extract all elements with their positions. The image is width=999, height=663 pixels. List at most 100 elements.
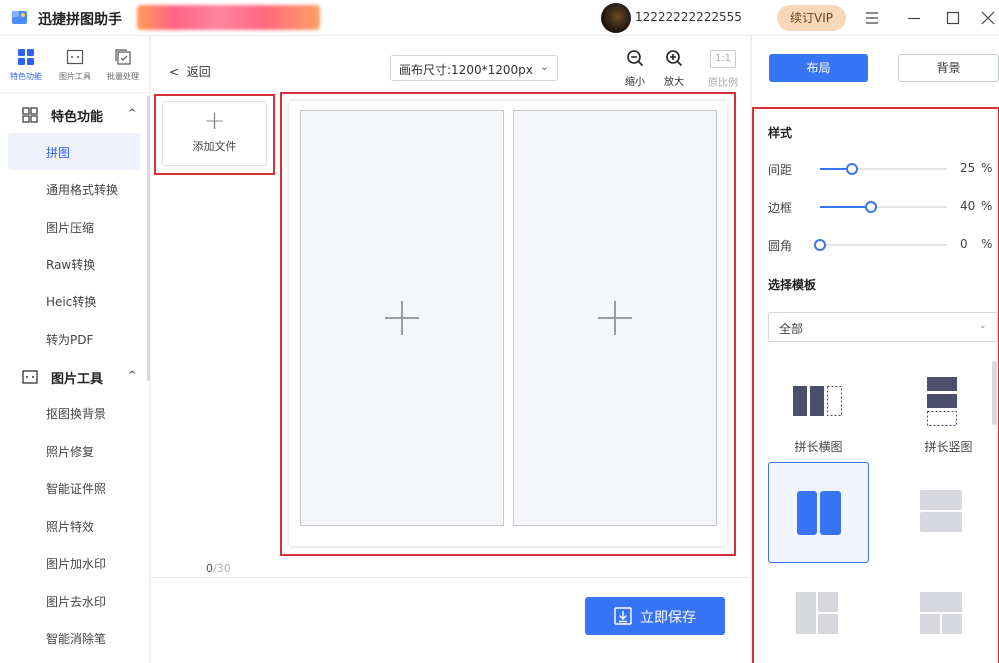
- canvas-highlight: [280, 92, 736, 556]
- template-three-split-top[interactable]: [898, 566, 999, 663]
- top-tab-features[interactable]: 特色功能: [2, 48, 50, 82]
- feature-grid-icon: [22, 107, 38, 123]
- maximize-icon[interactable]: [943, 8, 963, 28]
- collage-cell-right[interactable]: [513, 110, 717, 526]
- sidebar-item-label: 智能证件照: [46, 482, 107, 496]
- template-title: 选择模板: [768, 278, 817, 292]
- slider-label: 圆角: [768, 239, 793, 253]
- two-row-layout-icon: [920, 490, 962, 532]
- original-ratio-button[interactable]: 1:1 原比例: [707, 50, 739, 89]
- user-phone[interactable]: 12222222222555: [635, 10, 742, 24]
- sidebar-item-raw[interactable]: Raw转换: [8, 245, 140, 282]
- close-icon[interactable]: [978, 8, 998, 28]
- group-header-features[interactable]: 特色功能 ^: [22, 105, 142, 125]
- tab-layout[interactable]: 布局: [769, 54, 868, 82]
- file-count-max: /30: [213, 562, 231, 575]
- sidebar-item-photo-effects[interactable]: 照片特效: [8, 507, 140, 544]
- slider-knob[interactable]: [846, 163, 858, 175]
- template-horizontal-long[interactable]: 拼长横图: [768, 362, 869, 463]
- blurred-banner[interactable]: [137, 5, 320, 30]
- template-two-rows[interactable]: [898, 462, 999, 563]
- sidebar-item-collage[interactable]: 拼图: [8, 133, 140, 170]
- add-file-button[interactable]: + 添加文件: [162, 101, 267, 166]
- slider-knob[interactable]: [814, 239, 826, 251]
- left-sidebar: 特色功能 图片工具 批量处理 特色功能 ^ 拼图 通用格式转换 图片压缩 Raw…: [0, 36, 150, 663]
- sidebar-item-label: 图片去水印: [46, 595, 107, 609]
- ratio-label: 原比例: [708, 78, 738, 89]
- template-horizontal-icon: [793, 386, 842, 416]
- file-count-current: 0: [206, 562, 213, 575]
- template-label: 拼长横图: [794, 440, 843, 454]
- two-column-layout-icon: [797, 491, 841, 535]
- sidebar-item-label: Raw转换: [46, 258, 96, 272]
- sidebar-item-photo-repair[interactable]: 照片修复: [8, 432, 140, 469]
- template-label: 拼长竖图: [924, 440, 973, 454]
- collage-cell-left[interactable]: [300, 110, 504, 526]
- template-vertical-long[interactable]: 拼长竖图: [898, 362, 999, 463]
- minimize-icon[interactable]: [904, 8, 924, 28]
- zoom-out-label: 缩小: [625, 77, 645, 88]
- canvas-size-select[interactable]: 画布尺寸:1200*1200px ⌄: [390, 55, 558, 81]
- tab-background[interactable]: 背景: [898, 54, 999, 82]
- zoom-in-button[interactable]: 放大: [660, 49, 688, 88]
- zoom-in-label: 放大: [664, 77, 684, 88]
- slider-unit: %: [981, 237, 993, 251]
- plus-icon: +: [203, 106, 226, 136]
- top-tab-label: 批量处理: [107, 72, 139, 81]
- template-two-columns[interactable]: [768, 462, 869, 563]
- sidebar-item-remove-watermark[interactable]: 图片去水印: [8, 582, 140, 619]
- top-tab-label: 图片工具: [59, 72, 91, 81]
- group-header-image-tools[interactable]: 图片工具 ^: [22, 367, 142, 387]
- sidebar-item-id-photo[interactable]: 智能证件照: [8, 469, 140, 506]
- zoom-in-icon: [666, 50, 683, 67]
- renew-vip-button[interactable]: 续订VIP: [777, 5, 846, 31]
- spacing-slider[interactable]: 间距 25 %: [768, 160, 993, 178]
- save-label: 立即保存: [640, 610, 696, 626]
- image-tool-icon: [22, 370, 38, 384]
- collage-canvas: [289, 101, 727, 546]
- download-icon: [614, 607, 632, 625]
- save-now-button[interactable]: 立即保存: [585, 597, 725, 635]
- border-slider[interactable]: 边框 40 %: [768, 198, 993, 216]
- user-avatar[interactable]: [601, 3, 631, 33]
- app-title: 迅捷拼图助手: [38, 12, 122, 28]
- template-three-split[interactable]: [768, 566, 869, 663]
- sidebar-item-heic[interactable]: Heic转换: [8, 282, 140, 319]
- template-vertical-icon: [927, 377, 957, 426]
- slider-unit: %: [981, 199, 993, 213]
- sidebar-item-add-watermark[interactable]: 图片加水印: [8, 544, 140, 581]
- slider-label: 边框: [768, 201, 793, 215]
- sidebar-item-label: 照片修复: [46, 445, 95, 459]
- sidebar-item-label: 图片加水印: [46, 557, 107, 571]
- slider-track[interactable]: [820, 201, 947, 213]
- sidebar-item-cutout[interactable]: 抠图换背景: [8, 394, 140, 431]
- divider: [0, 92, 150, 93]
- top-tab-image-tools[interactable]: 图片工具: [51, 48, 99, 82]
- menu-icon[interactable]: [862, 8, 882, 28]
- sidebar-item-format-convert[interactable]: 通用格式转换: [8, 170, 140, 207]
- batch-process-icon: [115, 49, 131, 65]
- slider-fill: [820, 206, 871, 208]
- slider-track[interactable]: [814, 239, 947, 251]
- sidebar-scrollbar[interactable]: [147, 96, 150, 381]
- chevron-down-icon: ⌄: [539, 60, 549, 73]
- sidebar-item-compress[interactable]: 图片压缩: [8, 208, 140, 245]
- slider-label: 间距: [768, 163, 793, 177]
- right-panel: 布局 背景 样式 间距 25 % 边框 40 % 圆角 0 % 选择模板 全部 …: [751, 36, 999, 663]
- plus-icon: [385, 301, 419, 335]
- slider-track[interactable]: [820, 163, 947, 175]
- template-filter-select[interactable]: 全部 ⌄: [768, 312, 998, 342]
- sidebar-item-pdf[interactable]: 转为PDF: [8, 320, 140, 357]
- feature-grid-icon: [18, 49, 34, 65]
- plus-icon: [598, 301, 632, 335]
- three-split-layout-icon: [796, 592, 838, 634]
- slider-unit: %: [981, 161, 993, 175]
- add-file-label: 添加文件: [192, 140, 237, 153]
- back-label: 返回: [186, 65, 211, 79]
- top-tab-batch[interactable]: 批量处理: [99, 48, 147, 82]
- zoom-out-button[interactable]: 缩小: [621, 49, 649, 88]
- slider-knob[interactable]: [865, 201, 877, 213]
- back-button[interactable]: < 返回: [169, 63, 211, 80]
- sidebar-item-eraser[interactable]: 智能消除笔: [8, 619, 140, 656]
- corner-radius-slider[interactable]: 圆角 0 %: [768, 236, 993, 254]
